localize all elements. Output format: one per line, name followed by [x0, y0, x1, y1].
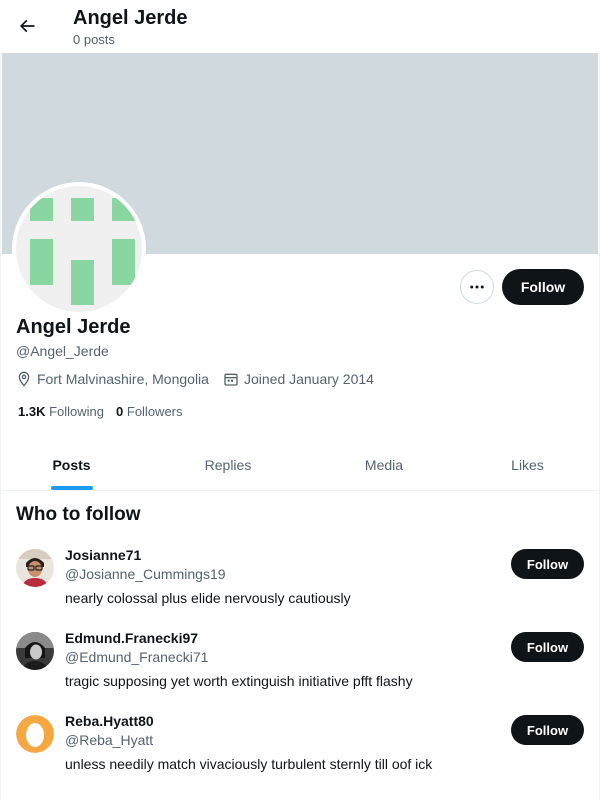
more-horizontal-icon [470, 285, 484, 289]
identicon-avatar [16, 186, 142, 312]
tab-posts[interactable]: Posts [0, 440, 143, 490]
post-count: 0 posts [73, 32, 115, 47]
profile-stats: 1.3K Following 0 Followers [18, 403, 195, 421]
followers-link[interactable]: 0 Followers [116, 403, 182, 421]
profile-tabs: Posts Replies Media Likes [0, 440, 600, 491]
top-bar: Angel Jerde 0 posts [0, 0, 600, 53]
profile-joined: Joined January 2014 [223, 371, 374, 387]
user-name[interactable]: Reba.Hyatt80 [65, 712, 154, 730]
user-avatar[interactable] [16, 715, 54, 753]
profile-location: Fort Malvinashire, Mongolia [16, 371, 209, 387]
tab-label: Replies [204, 457, 252, 473]
arrow-left-icon [19, 19, 35, 33]
follow-user-button[interactable]: Follow [511, 715, 584, 745]
user-avatar[interactable] [16, 632, 54, 670]
profile-avatar[interactable] [12, 182, 146, 316]
person-photo-icon [16, 549, 54, 587]
identicon-block [112, 239, 135, 285]
followers-label: Followers [126, 404, 183, 419]
joined-text: Joined January 2014 [243, 371, 374, 387]
user-bio: tragic supposing yet worth extinguish in… [65, 673, 413, 689]
user-avatar[interactable] [16, 549, 54, 587]
follow-user-button[interactable]: Follow [511, 632, 584, 662]
location-text: Fort Malvinashire, Mongolia [37, 371, 209, 387]
tab-label: Likes [511, 457, 544, 473]
profile-name: Angel Jerde [16, 316, 131, 338]
profile-meta: Fort Malvinashire, Mongolia Joined Janua… [16, 369, 388, 389]
following-link[interactable]: 1.3K Following [18, 403, 104, 421]
active-tab-indicator [50, 486, 93, 490]
identicon-block [71, 260, 94, 305]
location-pin-icon [18, 371, 30, 387]
user-name[interactable]: Edmund.Franecki97 [65, 629, 198, 647]
follow-user-button[interactable]: Follow [511, 549, 584, 579]
user-bio: unless needily match vivaciously turbule… [65, 756, 433, 772]
user-name[interactable]: Josianne71 [65, 546, 141, 564]
tab-media[interactable]: Media [313, 440, 455, 490]
person-photo-icon [16, 632, 54, 670]
suggested-user-row[interactable]: Reba.Hyatt80 @Reba_Hyatt unless needily … [0, 712, 600, 792]
followers-count: 0 [116, 404, 124, 419]
user-bio: nearly colossal plus elide nervously cau… [65, 590, 351, 606]
user-handle: @Reba_Hyatt [65, 732, 154, 748]
calendar-icon [224, 373, 238, 386]
suggested-user-row[interactable]: Edmund.Franecki97 @Edmund_Franecki71 tra… [0, 629, 600, 709]
identicon-block [30, 239, 53, 285]
identicon-block [112, 198, 135, 221]
suggested-user-row[interactable]: Josianne71 @Josianne_Cummings19 nearly c… [0, 546, 600, 626]
tab-replies[interactable]: Replies [143, 440, 313, 490]
following-count: 1.3K [18, 404, 46, 419]
profile-handle: @Angel_Jerde [16, 343, 109, 359]
identicon-block [30, 198, 53, 221]
back-button[interactable] [10, 9, 44, 43]
more-button[interactable] [460, 270, 494, 304]
following-label: Following [49, 404, 105, 419]
user-handle: @Josianne_Cummings19 [65, 566, 226, 582]
tab-label: Posts [52, 457, 91, 473]
follow-button[interactable]: Follow [502, 269, 584, 305]
user-handle: @Edmund_Franecki71 [65, 649, 209, 665]
header-title: Angel Jerde [73, 7, 188, 29]
identicon-block [71, 198, 94, 221]
tab-label: Media [364, 457, 404, 473]
tab-likes[interactable]: Likes [455, 440, 600, 490]
egg-avatar-icon [16, 715, 54, 753]
who-to-follow-title: Who to follow [16, 504, 141, 525]
